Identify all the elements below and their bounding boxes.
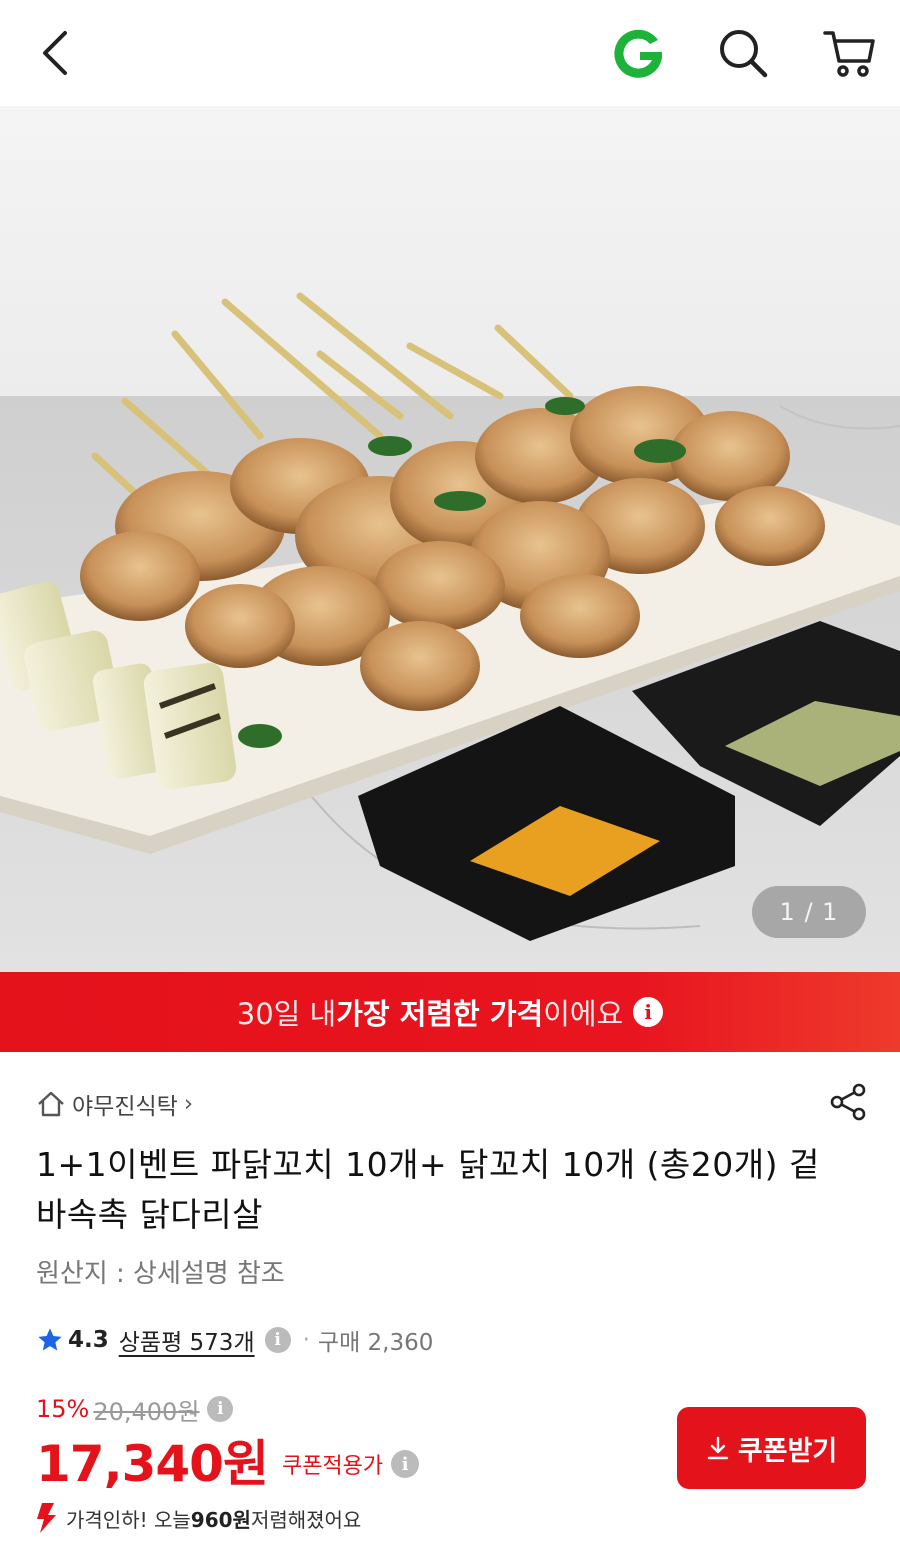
product-title: 1+1이벤트 파닭꼬치 10개+ 닭꼬치 10개 (총20개) 겉바속촉 닭다리… xyxy=(36,1145,820,1234)
discount-percent: 15% xyxy=(36,1395,90,1423)
banner-text-strong: 가장 저렴한 가격 xyxy=(336,997,544,1031)
star-icon xyxy=(36,1326,64,1354)
original-price: 20,400원 xyxy=(93,1397,200,1426)
share-icon xyxy=(830,1083,866,1121)
image-pager: 1 / 1 xyxy=(752,886,866,938)
seller-name: 야무진식탁 xyxy=(72,1094,178,1120)
rating-row: 4.3 상품평 573개 i · 구매 2,360 xyxy=(36,1320,433,1360)
sale-price: 17,340원 xyxy=(36,1435,269,1493)
download-icon xyxy=(706,1435,730,1461)
price-drop-suffix: 저렴해졌어요 xyxy=(250,1507,362,1532)
banner-text-suffix: 이에요 xyxy=(543,997,624,1031)
lowest-price-banner[interactable]: 30일 내 가장 저렴한 가격 이에요 i xyxy=(0,972,900,1052)
chevron-right-icon: › xyxy=(183,1091,194,1117)
rating-score: 4.3 xyxy=(68,1327,109,1353)
info-icon[interactable]: i xyxy=(391,1450,420,1478)
discount-row: 15% 20,400원 i xyxy=(36,1391,234,1427)
price-row: 17,340원 쿠폰적용가 i xyxy=(36,1428,420,1493)
back-button[interactable] xyxy=(28,22,80,84)
gmarket-logo[interactable] xyxy=(606,22,670,86)
info-icon[interactable]: i xyxy=(207,1396,234,1422)
share-button[interactable] xyxy=(826,1080,870,1124)
cart-icon xyxy=(823,31,875,77)
price-drop-notice: 가격인하! 오늘 960원 저렴해졌어요 xyxy=(34,1498,361,1538)
banner-text-prefix: 30일 내 xyxy=(236,997,337,1031)
g-logo-icon xyxy=(614,29,662,78)
price-down-arrow-icon xyxy=(34,1501,60,1535)
home-icon xyxy=(36,1090,66,1118)
get-coupon-button[interactable]: 쿠폰받기 xyxy=(677,1407,866,1489)
cart-button[interactable] xyxy=(816,20,882,86)
info-icon[interactable]: i xyxy=(264,1327,291,1353)
search-icon xyxy=(720,30,768,78)
coupon-button-label: 쿠폰받기 xyxy=(737,1435,838,1467)
reviews-link[interactable]: 상품평 573개 xyxy=(119,1323,255,1357)
product-photo xyxy=(0,106,900,972)
product-image-carousel[interactable]: 1 / 1 xyxy=(0,106,900,972)
chevron-left-icon xyxy=(43,31,67,75)
coupon-price-label: 쿠폰적용가 xyxy=(281,1454,384,1479)
product-origin: 원산지 : 상세설명 참조 xyxy=(36,1259,285,1289)
search-button[interactable] xyxy=(712,22,774,84)
price-drop-prefix: 가격인하! 오늘 xyxy=(66,1507,191,1532)
separator-dot: · xyxy=(302,1327,310,1353)
purchase-count: 구매 2,360 xyxy=(317,1330,434,1356)
seller-link[interactable]: 야무진식탁 › xyxy=(36,1084,193,1124)
info-icon[interactable]: i xyxy=(633,997,664,1027)
price-drop-amount: 960원 xyxy=(190,1507,251,1532)
top-app-bar xyxy=(0,0,900,106)
